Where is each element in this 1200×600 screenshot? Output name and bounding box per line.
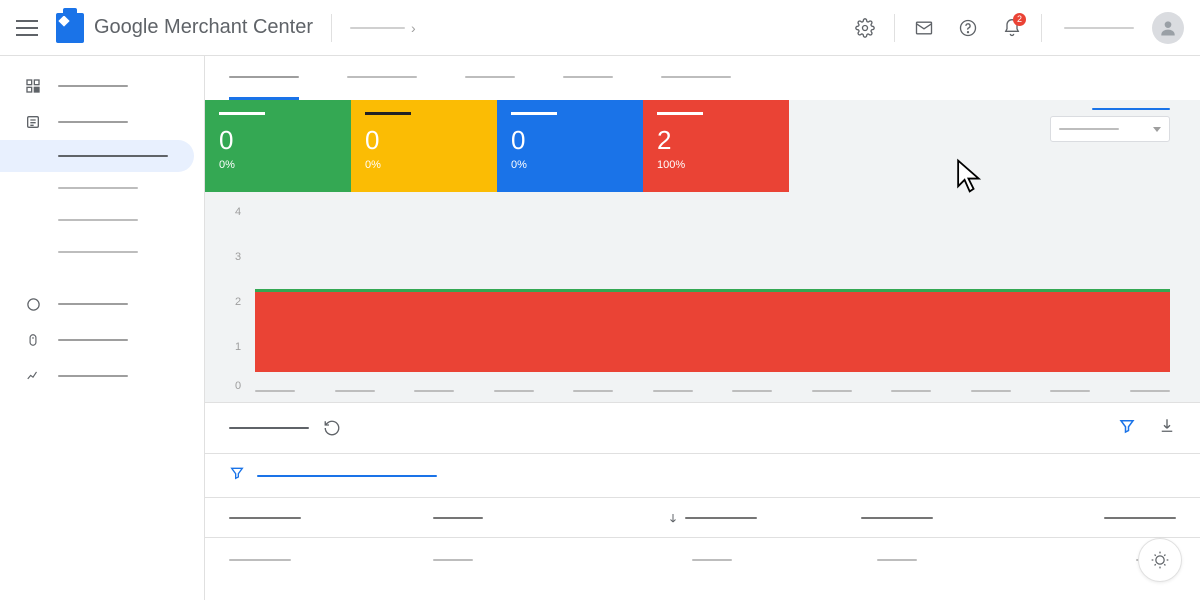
card-pending[interactable]: 00%	[351, 100, 497, 192]
col-affected[interactable]	[619, 512, 805, 524]
list-icon	[24, 113, 42, 131]
nav-item-overview[interactable]	[0, 68, 204, 104]
table-row[interactable]	[205, 538, 1200, 582]
filter-icon[interactable]	[1118, 417, 1136, 440]
filter-outline-icon[interactable]	[229, 465, 245, 486]
tab-3[interactable]	[563, 56, 613, 100]
ytick: 3	[235, 251, 241, 263]
menu-icon[interactable]	[16, 17, 38, 39]
trend-icon	[24, 367, 42, 385]
settings-icon[interactable]	[846, 9, 884, 47]
tab-1[interactable]	[347, 56, 417, 100]
logo-text: Google Merchant Center	[94, 16, 313, 39]
chart-series-disapproved	[255, 292, 1170, 372]
download-icon[interactable]	[1158, 417, 1176, 440]
col-trend[interactable]	[805, 517, 991, 519]
nav-sub-feeds[interactable]	[0, 204, 204, 236]
nav-item-products[interactable]	[0, 104, 204, 140]
mail-icon[interactable]	[905, 9, 943, 47]
app-logo[interactable]: Google Merchant Center	[56, 13, 313, 43]
notification-badge: 2	[1013, 13, 1026, 26]
grid-icon	[24, 77, 42, 95]
chart-xaxis	[255, 390, 1170, 392]
ytick: 2	[235, 296, 241, 308]
card-active[interactable]: 00%	[205, 100, 351, 192]
notifications-icon[interactable]: 2	[993, 9, 1031, 47]
content-tabs	[205, 56, 1200, 100]
filter-bar	[205, 454, 1200, 498]
refresh-icon[interactable]	[323, 419, 341, 437]
tab-2[interactable]	[465, 56, 515, 100]
destination-dropdown[interactable]	[1050, 116, 1170, 142]
table-header	[205, 498, 1200, 538]
nav-sub-4[interactable]	[0, 236, 204, 268]
nav-sub-all-products[interactable]	[0, 172, 204, 204]
app-header: Google Merchant Center › 2	[0, 0, 1200, 56]
avatar[interactable]	[1152, 12, 1184, 44]
send-feedback-button[interactable]	[1138, 538, 1182, 582]
nav-item-marketing[interactable]	[0, 286, 204, 322]
account-selector[interactable]	[1064, 27, 1134, 29]
col-pct[interactable]	[990, 517, 1176, 519]
tab-0[interactable]	[229, 56, 299, 100]
view-link[interactable]	[1092, 108, 1170, 110]
add-filter-link[interactable]	[257, 475, 437, 477]
nav-sub-diagnostics[interactable]	[0, 140, 194, 172]
tab-4[interactable]	[661, 56, 731, 100]
breadcrumb[interactable]: ›	[350, 20, 422, 36]
sidebar	[0, 56, 205, 600]
toolbar-title	[229, 427, 309, 429]
ytick: 0	[235, 380, 241, 392]
issues-toolbar	[205, 402, 1200, 454]
col-country[interactable]	[433, 517, 619, 519]
status-chart: 4 3 2 1 0	[205, 192, 1200, 402]
col-issue[interactable]	[229, 517, 433, 519]
help-icon[interactable]	[949, 9, 987, 47]
ytick: 4	[235, 206, 241, 218]
nav-item-performance[interactable]	[0, 358, 204, 394]
chevron-right-icon: ›	[411, 20, 416, 36]
ytick: 1	[235, 341, 241, 353]
card-disapproved[interactable]: 2100%	[643, 100, 789, 192]
logo-mark-icon	[56, 13, 84, 43]
mouse-icon	[24, 331, 42, 349]
chevron-down-icon	[1153, 127, 1161, 132]
circle-icon	[24, 295, 42, 313]
nav-item-growth[interactable]	[0, 322, 204, 358]
card-expiring[interactable]: 00%	[497, 100, 643, 192]
